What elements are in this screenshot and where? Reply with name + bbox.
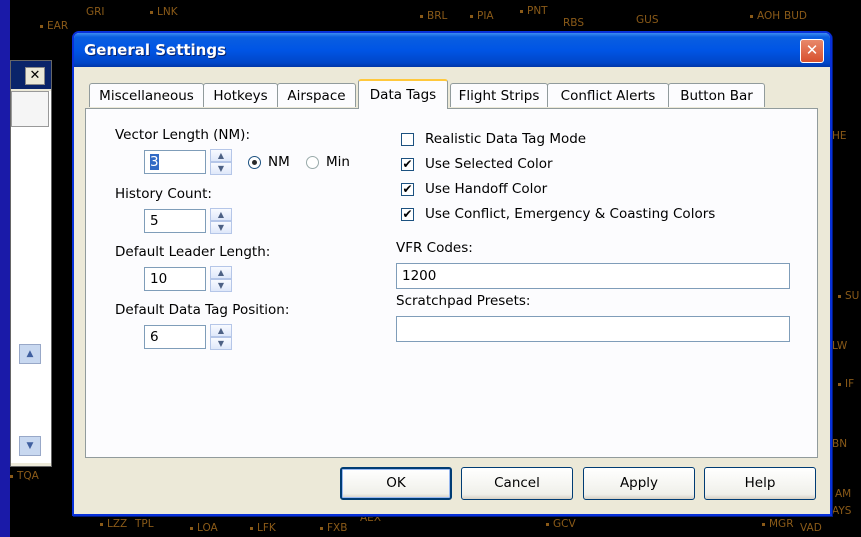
radar-label: EAR: [40, 20, 68, 32]
radar-label: LNK: [150, 6, 178, 18]
realistic-data-tag-mode-checkbox[interactable]: [401, 133, 414, 146]
default-leader-length-spinner[interactable]: ▲ ▼: [210, 266, 232, 292]
spin-down-icon[interactable]: ▼: [210, 279, 232, 292]
use-handoff-color-label: Use Handoff Color: [425, 181, 548, 197]
radar-label: MGR: [762, 518, 794, 530]
default-data-tag-position-spinner[interactable]: ▲ ▼: [210, 324, 232, 350]
vector-length-input[interactable]: 3: [144, 150, 206, 174]
radar-label: PIA: [470, 10, 494, 22]
radar-label: LW: [832, 340, 848, 352]
left-side-window: ✕ ▲ ▼: [10, 60, 52, 467]
radar-label: AOH: [750, 10, 780, 22]
left-window-content: [11, 91, 51, 463]
unit-nm-radio[interactable]: [248, 156, 261, 169]
vfr-codes-label: VFR Codes:: [396, 240, 473, 256]
data-tags-panel: Vector Length (NM): 3 ▲ ▼ NM Min History…: [85, 108, 818, 458]
scratchpad-presets-label: Scratchpad Presets:: [396, 293, 531, 309]
radar-label: VAD: [800, 522, 822, 534]
dialog-titlebar[interactable]: General Settings ✕: [74, 33, 830, 67]
unit-min-radio[interactable]: [306, 156, 319, 169]
tab-button-bar[interactable]: Button Bar: [668, 83, 765, 107]
use-conflict-colors-checkbox[interactable]: ✔: [401, 208, 414, 221]
use-selected-color-label: Use Selected Color: [425, 156, 553, 172]
tab-airspace[interactable]: Airspace: [277, 83, 356, 107]
unit-min-label: Min: [326, 154, 350, 170]
radar-label: IF: [838, 378, 854, 390]
general-settings-dialog: General Settings ✕ Miscellaneous Hotkeys…: [72, 31, 832, 516]
radar-label: AM: [835, 488, 852, 500]
spin-up-icon[interactable]: ▲: [210, 149, 232, 162]
dialog-close-button[interactable]: ✕: [800, 39, 824, 63]
vector-length-label: Vector Length (NM):: [115, 127, 250, 143]
spin-down-icon[interactable]: ▼: [210, 337, 232, 350]
use-conflict-colors-label: Use Conflict, Emergency & Coasting Color…: [425, 206, 716, 222]
radar-label: LOA: [190, 522, 218, 534]
default-data-tag-position-label: Default Data Tag Position:: [115, 302, 290, 318]
radar-label: LFK: [250, 522, 276, 534]
scroll-up-icon[interactable]: ▲: [19, 344, 41, 364]
radar-label: GUS: [636, 14, 659, 26]
radar-label: HE: [832, 130, 847, 142]
realistic-data-tag-mode-label: Realistic Data Tag Mode: [425, 131, 587, 147]
ok-button[interactable]: OK: [340, 467, 452, 500]
spin-up-icon[interactable]: ▲: [210, 266, 232, 279]
radar-label: GRI: [86, 6, 105, 18]
left-window-close-button[interactable]: ✕: [25, 67, 45, 85]
history-count-spinner[interactable]: ▲ ▼: [210, 208, 232, 234]
tab-conflict-alerts[interactable]: Conflict Alerts: [547, 83, 669, 107]
apply-button[interactable]: Apply: [583, 467, 695, 500]
vfr-codes-input[interactable]: 1200: [396, 263, 790, 289]
spin-up-icon[interactable]: ▲: [210, 324, 232, 337]
scroll-down-icon[interactable]: ▼: [19, 436, 41, 456]
radar-label: FXB: [320, 522, 347, 534]
help-button[interactable]: Help: [704, 467, 816, 500]
tab-hotkeys[interactable]: Hotkeys: [203, 83, 278, 107]
default-data-tag-position-input[interactable]: 6: [144, 325, 206, 349]
tab-miscellaneous[interactable]: Miscellaneous: [89, 83, 204, 107]
left-window-titlebar: ✕: [11, 61, 51, 89]
use-handoff-color-checkbox[interactable]: ✔: [401, 183, 414, 196]
unit-nm-label: NM: [268, 154, 290, 170]
history-count-input[interactable]: 5: [144, 209, 206, 233]
scratchpad-presets-input[interactable]: [396, 316, 790, 342]
spin-up-icon[interactable]: ▲: [210, 208, 232, 221]
cancel-button[interactable]: Cancel: [461, 467, 573, 500]
use-selected-color-checkbox[interactable]: ✔: [401, 158, 414, 171]
radar-label: BUD: [784, 10, 807, 22]
spin-down-icon[interactable]: ▼: [210, 221, 232, 234]
radar-label: SU: [838, 290, 859, 302]
radar-label: BRL: [420, 10, 447, 22]
radar-label: BN: [832, 438, 848, 450]
radar-label: RBS: [563, 17, 584, 29]
tab-data-tags[interactable]: Data Tags: [358, 79, 448, 109]
default-leader-length-label: Default Leader Length:: [115, 244, 271, 260]
history-count-label: History Count:: [115, 186, 212, 202]
dialog-title: General Settings: [84, 41, 227, 59]
left-window-button[interactable]: [11, 91, 49, 127]
radar-label: GCV: [546, 518, 576, 530]
radar-label: PNT: [520, 5, 548, 17]
radar-label: TQA: [10, 470, 39, 482]
vector-length-spinner[interactable]: ▲ ▼: [210, 149, 232, 175]
tab-flight-strips[interactable]: Flight Strips: [450, 83, 548, 107]
radar-label: LZZ: [100, 518, 127, 530]
default-leader-length-input[interactable]: 10: [144, 267, 206, 291]
spin-down-icon[interactable]: ▼: [210, 162, 232, 175]
radar-label: TPL: [135, 518, 154, 530]
